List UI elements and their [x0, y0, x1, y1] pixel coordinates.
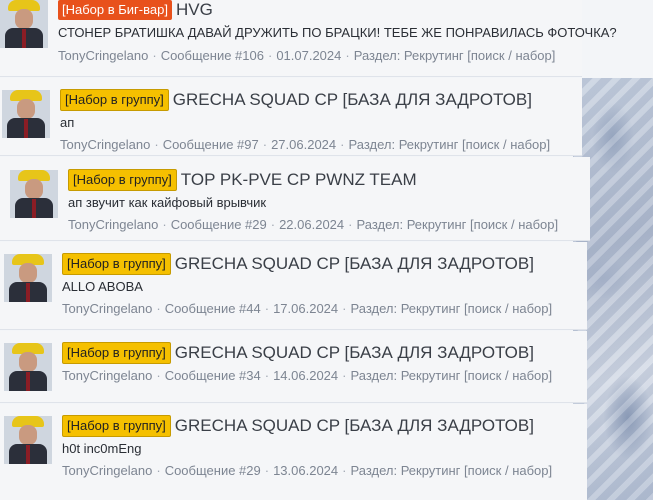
avatar[interactable]	[4, 416, 52, 464]
thread-title-line[interactable]: [Набор в группу] GRECHA SQUAD CP [БАЗА ДЛ…	[62, 342, 534, 364]
post-date: 01.07.2024	[276, 48, 342, 63]
search-result-item: [Набор в Биг-вар] HVG СТОНЕР БРАТИШКА ДАВ…	[0, 0, 617, 77]
post-date: 22.06.2024	[279, 217, 345, 232]
post-snippet[interactable]: ALLO ABOBA	[62, 279, 143, 294]
thread-prefix[interactable]: [Набор в группу]	[62, 253, 171, 275]
thread-title[interactable]: GRECHA SQUAD CP [БАЗА ДЛЯ ЗАДРОТОВ]	[175, 416, 534, 435]
message-link[interactable]: Сообщение #34	[165, 368, 261, 383]
thread-title-line[interactable]: [Набор в группу] GRECHA SQUAD CP [БАЗА ДЛ…	[62, 253, 534, 275]
post-date: 17.06.2024	[273, 301, 339, 316]
search-result-item: [Набор в группу] GRECHA SQUAD CP [БАЗА ДЛ…	[0, 78, 582, 156]
thread-prefix[interactable]: [Набор в группу]	[68, 169, 177, 191]
section-link[interactable]: Раздел: Рекрутинг [поиск / набор]	[351, 368, 553, 383]
post-meta: TonyCringelano · Сообщение #29 · 22.06.2024 ·…	[68, 217, 559, 232]
post-snippet[interactable]: h0t inc0mEng	[62, 441, 142, 456]
avatar[interactable]	[4, 254, 52, 302]
section-link[interactable]: Раздел: Рекрутинг [поиск / набор]	[357, 217, 559, 232]
thread-title[interactable]: TOP PK-PVE CP PWNZ TEAM	[181, 170, 417, 189]
author-link[interactable]: TonyCringelano	[58, 48, 148, 63]
thread-title[interactable]: GRECHA SQUAD CP [БАЗА ДЛЯ ЗАДРОТОВ]	[175, 343, 534, 362]
avatar[interactable]	[4, 343, 52, 391]
thread-prefix[interactable]: [Набор в группу]	[62, 415, 171, 437]
author-link[interactable]: TonyCringelano	[60, 137, 150, 152]
search-result-item: [Набор в группу] GRECHA SQUAD CP [БАЗА ДЛ…	[0, 404, 587, 500]
post-date: 13.06.2024	[273, 463, 339, 478]
section-link[interactable]: Раздел: Рекрутинг [поиск / набор]	[351, 463, 553, 478]
thread-title[interactable]: GRECHA SQUAD CP [БАЗА ДЛЯ ЗАДРОТОВ]	[173, 90, 532, 109]
thread-prefix[interactable]: [Набор в группу]	[62, 342, 171, 364]
message-link[interactable]: Сообщение #44	[165, 301, 261, 316]
post-meta: TonyCringelano · Сообщение #106 · 01.07.2024…	[58, 48, 556, 63]
author-link[interactable]: TonyCringelano	[68, 217, 158, 232]
author-link[interactable]: TonyCringelano	[62, 368, 152, 383]
post-snippet[interactable]: ап звучит как кайфовый врывчик	[68, 195, 266, 210]
avatar[interactable]	[2, 90, 50, 138]
post-meta: TonyCringelano · Сообщение #44 · 17.06.2024 ·…	[62, 301, 553, 316]
post-meta: TonyCringelano · Сообщение #29 · 13.06.2024 ·…	[62, 463, 553, 478]
thread-title-line[interactable]: [Набор в группу] TOP PK-PVE CP PWNZ TEAM	[68, 169, 417, 191]
section-link[interactable]: Раздел: Рекрутинг [поиск / набор]	[351, 301, 553, 316]
avatar[interactable]	[10, 170, 58, 218]
search-result-item: [Набор в группу] GRECHA SQUAD CP [БАЗА ДЛ…	[0, 242, 587, 330]
search-result-item: [Набор в группу] GRECHA SQUAD CP [БАЗА ДЛ…	[0, 331, 587, 403]
section-link[interactable]: Раздел: Рекрутинг [поиск / набор]	[349, 137, 551, 152]
post-snippet[interactable]: ап	[60, 115, 74, 130]
thread-prefix[interactable]: [Набор в группу]	[60, 89, 169, 111]
thread-title-line[interactable]: [Набор в Биг-вар] HVG	[58, 0, 213, 20]
thread-title-line[interactable]: [Набор в группу] GRECHA SQUAD CP [БАЗА ДЛ…	[62, 415, 534, 437]
thread-title-line[interactable]: [Набор в группу] GRECHA SQUAD CP [БАЗА ДЛ…	[60, 89, 532, 111]
author-link[interactable]: TonyCringelano	[62, 301, 152, 316]
post-snippet[interactable]: СТОНЕР БРАТИШКА ДАВАЙ ДРУЖИТЬ ПО БРАЦКИ!…	[58, 25, 617, 40]
message-link[interactable]: Сообщение #29	[171, 217, 267, 232]
post-date: 27.06.2024	[271, 137, 337, 152]
section-link[interactable]: Раздел: Рекрутинг [поиск / набор]	[354, 48, 556, 63]
thread-title[interactable]: HVG	[176, 0, 213, 19]
post-meta: TonyCringelano · Сообщение #34 · 14.06.2024 ·…	[62, 368, 553, 383]
post-meta: TonyCringelano · Сообщение #97 · 27.06.2024 ·…	[60, 137, 551, 152]
post-date: 14.06.2024	[273, 368, 339, 383]
message-link[interactable]: Сообщение #29	[165, 463, 261, 478]
avatar[interactable]	[0, 0, 48, 48]
message-link[interactable]: Сообщение #106	[161, 48, 264, 63]
author-link[interactable]: TonyCringelano	[62, 463, 152, 478]
thread-prefix[interactable]: [Набор в Биг-вар]	[58, 0, 172, 20]
message-link[interactable]: Сообщение #97	[163, 137, 259, 152]
search-result-item: [Набор в группу] TOP PK-PVE CP PWNZ TEAM …	[0, 157, 590, 241]
thread-title[interactable]: GRECHA SQUAD CP [БАЗА ДЛЯ ЗАДРОТОВ]	[175, 254, 534, 273]
